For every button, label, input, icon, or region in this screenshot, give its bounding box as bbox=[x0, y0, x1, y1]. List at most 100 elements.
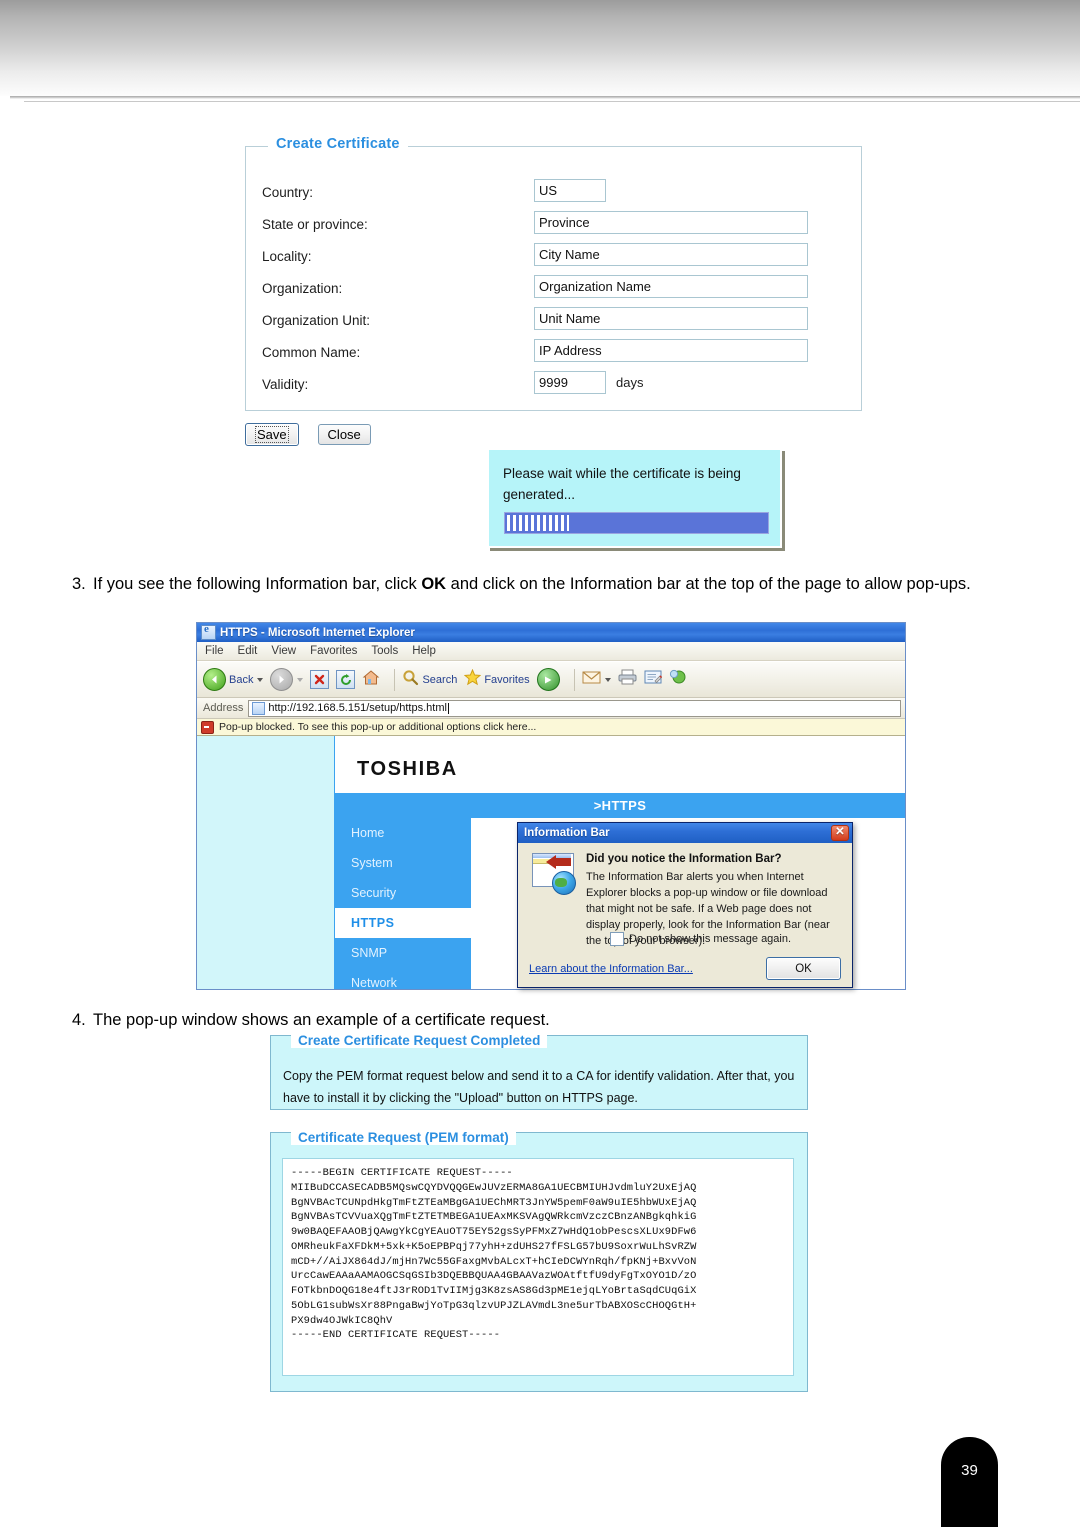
state-label: State or province: bbox=[262, 217, 368, 232]
site-sidebar: Home System Security HTTPS SNMP Network bbox=[335, 818, 471, 989]
favorites-button[interactable]: Favorites bbox=[464, 668, 530, 691]
dialog-heading: Did you notice the Information Bar? bbox=[586, 853, 782, 865]
menu-item-view[interactable]: View bbox=[271, 645, 296, 657]
forward-dropdown-icon[interactable] bbox=[297, 677, 304, 682]
browser-titlebar: HTTPS - Microsoft Internet Explorer bbox=[197, 623, 905, 642]
menu-item-file[interactable]: File bbox=[205, 645, 224, 657]
locality-input[interactable] bbox=[534, 243, 808, 266]
popup-blocked-information-bar[interactable]: Pop-up blocked. To see this pop-up or ad… bbox=[197, 719, 905, 736]
back-dropdown-icon[interactable] bbox=[257, 677, 264, 682]
messenger-button[interactable] bbox=[669, 669, 687, 691]
sidebar-item-https[interactable]: HTTPS bbox=[335, 908, 471, 938]
common-name-label: Common Name: bbox=[262, 345, 361, 360]
page-header-rule bbox=[10, 96, 1080, 99]
close-button[interactable]: Close bbox=[317, 424, 371, 445]
toolbar-separator bbox=[394, 668, 396, 691]
red-arrow-icon bbox=[546, 855, 556, 869]
menu-item-help[interactable]: Help bbox=[412, 645, 436, 657]
blocked-icon bbox=[201, 720, 214, 734]
messenger-icon bbox=[669, 669, 687, 691]
forward-button[interactable] bbox=[270, 668, 304, 691]
mail-button[interactable] bbox=[582, 670, 611, 690]
printer-icon bbox=[618, 669, 637, 690]
organization-unit-input[interactable] bbox=[534, 307, 808, 330]
browser-address-bar: Address http://192.168.5.151/setup/https… bbox=[197, 698, 905, 719]
dialog-titlebar: Information Bar ✕ bbox=[518, 823, 852, 843]
state-input[interactable] bbox=[534, 211, 808, 234]
menu-item-edit[interactable]: Edit bbox=[238, 645, 258, 657]
country-label: Country: bbox=[262, 185, 314, 200]
step-3: 3. If you see the following Information … bbox=[72, 573, 1012, 596]
menu-item-tools[interactable]: Tools bbox=[371, 645, 398, 657]
back-button[interactable]: Back bbox=[203, 668, 264, 691]
media-globe-icon bbox=[536, 668, 560, 691]
breadcrumb-label: >HTTPS bbox=[593, 798, 647, 813]
step-3-text-bold: OK bbox=[421, 575, 447, 593]
text-caret bbox=[447, 702, 449, 714]
progress-bar-fill bbox=[507, 515, 569, 531]
information-bar-illustration-icon bbox=[532, 853, 576, 895]
organization-unit-label: Organization Unit: bbox=[262, 313, 371, 328]
organization-label: Organization: bbox=[262, 281, 343, 296]
generating-certificate-dialog: Please wait while the certificate is bei… bbox=[487, 448, 782, 548]
page-number-tab: 39 bbox=[941, 1437, 998, 1527]
edit-page-icon bbox=[644, 670, 662, 690]
media-button[interactable] bbox=[536, 668, 560, 691]
search-icon bbox=[402, 669, 419, 691]
step-3-text-before: If you see the following Information bar… bbox=[93, 575, 422, 593]
mail-dropdown-icon[interactable] bbox=[604, 677, 611, 682]
stop-button[interactable] bbox=[310, 670, 330, 689]
sidebar-item-snmp[interactable]: SNMP bbox=[335, 938, 471, 968]
home-icon bbox=[362, 669, 380, 691]
toolbar-separator bbox=[573, 668, 575, 691]
page-header-rule-secondary bbox=[24, 101, 1080, 102]
edit-button[interactable] bbox=[644, 670, 662, 690]
address-label: Address bbox=[203, 702, 244, 714]
sidebar-item-security[interactable]: Security bbox=[335, 878, 471, 908]
form-row: Validity: days bbox=[246, 371, 861, 403]
step-3-number: 3. bbox=[72, 575, 86, 593]
sidebar-item-system[interactable]: System bbox=[335, 848, 471, 878]
form-row: Organization: bbox=[246, 275, 861, 307]
form-row: Country: bbox=[246, 179, 861, 211]
common-name-input[interactable] bbox=[534, 339, 808, 362]
home-button[interactable] bbox=[362, 669, 380, 691]
pem-certificate-text: -----BEGIN CERTIFICATE REQUEST----- MIIB… bbox=[291, 1167, 697, 1342]
favorites-button-label: Favorites bbox=[484, 673, 530, 686]
organization-input[interactable] bbox=[534, 275, 808, 298]
menu-item-favorites[interactable]: Favorites bbox=[310, 645, 357, 657]
checkbox-box[interactable] bbox=[610, 932, 624, 946]
information-bar-dialog: Information Bar ✕ Did you notice the Inf… bbox=[517, 822, 853, 988]
save-button[interactable]: Save bbox=[245, 423, 299, 446]
print-button[interactable] bbox=[618, 669, 637, 690]
pem-text-area[interactable]: -----BEGIN CERTIFICATE REQUEST----- MIIB… bbox=[282, 1158, 794, 1376]
country-input[interactable] bbox=[534, 179, 606, 202]
save-button-label: Save bbox=[255, 426, 289, 443]
browser-title: HTTPS - Microsoft Internet Explorer bbox=[220, 626, 415, 639]
browser-toolbar: Back Search Favorites bbox=[197, 662, 905, 698]
create-certificate-legend: Create Certificate bbox=[268, 136, 408, 152]
breadcrumb: >HTTPS bbox=[335, 793, 905, 818]
step-4-text: The pop-up window shows an example of a … bbox=[93, 1011, 550, 1029]
sidebar-item-network[interactable]: Network bbox=[335, 968, 471, 989]
validity-unit-label: days bbox=[616, 375, 644, 390]
form-row: Common Name: bbox=[246, 339, 861, 371]
page-number: 39 bbox=[961, 1461, 978, 1479]
address-value: http://192.168.5.151/setup/https.html bbox=[268, 702, 447, 714]
step-3-text: If you see the following Information bar… bbox=[93, 573, 1012, 596]
form-button-row: Save Close bbox=[245, 423, 371, 446]
ok-button[interactable]: OK bbox=[766, 957, 841, 980]
certificate-request-completed-text: Copy the PEM format request below and se… bbox=[283, 1069, 795, 1105]
do-not-show-checkbox[interactable]: Do not show this message again. bbox=[610, 932, 791, 946]
address-input[interactable]: http://192.168.5.151/setup/https.html bbox=[248, 699, 901, 717]
step-4-number: 4. bbox=[72, 1011, 86, 1029]
close-icon[interactable]: ✕ bbox=[831, 825, 849, 841]
search-button[interactable]: Search bbox=[402, 669, 457, 691]
validity-input[interactable] bbox=[534, 371, 606, 394]
create-certificate-panel: Country: State or province: Locality: Or… bbox=[245, 146, 862, 411]
internet-explorer-icon bbox=[201, 623, 216, 640]
sidebar-item-home[interactable]: Home bbox=[335, 818, 471, 848]
learn-more-link[interactable]: Learn about the Information Bar... bbox=[529, 963, 693, 975]
refresh-button[interactable] bbox=[336, 670, 356, 689]
back-arrow-icon bbox=[203, 668, 226, 691]
